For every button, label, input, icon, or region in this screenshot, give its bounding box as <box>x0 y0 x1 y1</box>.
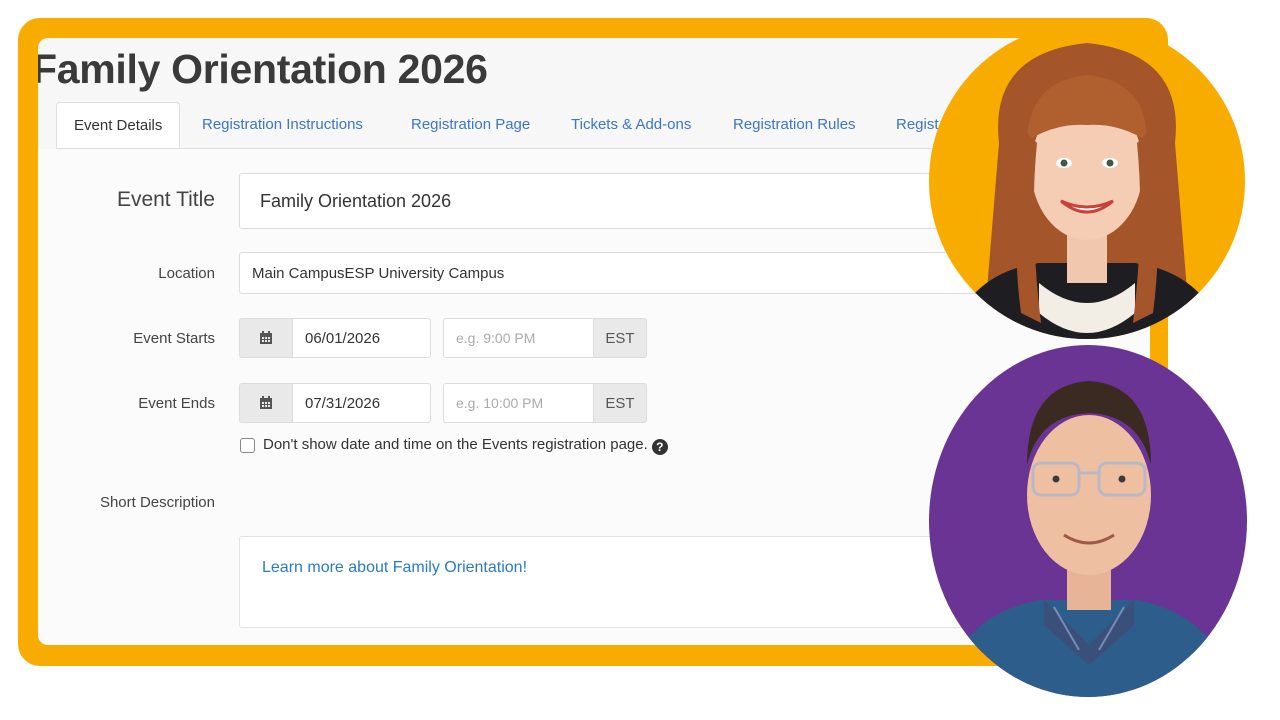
tab-registration-page[interactable]: Registration Page <box>411 102 530 148</box>
hide-datetime-label: Don't show date and time on the Events r… <box>263 436 648 453</box>
page-title: Family Orientation 2026 <box>38 46 488 92</box>
short-description-label: Short Description <box>99 494 215 511</box>
avatar-woman <box>929 23 1245 339</box>
tab-registration-instructions[interactable]: Registration Instructions <box>202 102 363 148</box>
calendar-icon[interactable] <box>239 318 293 358</box>
tab-registration-more[interactable]: Regist <box>896 102 939 148</box>
event-ends-timezone: EST <box>593 383 647 423</box>
event-ends-label: Event Ends <box>138 395 215 412</box>
calendar-icon[interactable] <box>239 383 293 423</box>
tab-registration-rules[interactable]: Registration Rules <box>733 102 856 148</box>
hide-datetime-row: Don't show date and time on the Events r… <box>263 436 668 455</box>
help-icon[interactable]: ? <box>651 439 668 455</box>
event-starts-date-input[interactable]: 06/01/2026 <box>292 318 431 358</box>
tab-event-details[interactable]: Event Details <box>56 102 181 148</box>
event-starts-time-input[interactable]: e.g. 9:00 PM <box>443 318 594 358</box>
event-ends-date-input[interactable]: 07/31/2026 <box>292 383 431 423</box>
event-starts-label: Event Starts <box>133 330 215 347</box>
event-starts-time-placeholder: e.g. 9:00 PM <box>456 330 536 346</box>
hide-datetime-checkbox[interactable] <box>240 438 255 453</box>
location-label: Location <box>158 265 215 282</box>
event-title-label: Event Title <box>116 188 215 211</box>
description-link[interactable]: Learn more about Family Orientation! <box>262 559 527 577</box>
event-starts-timezone: EST <box>593 318 647 358</box>
event-ends-time-placeholder: e.g. 10:00 PM <box>456 395 544 411</box>
avatar-man <box>929 345 1247 697</box>
tab-tickets-addons[interactable]: Tickets & Add-ons <box>571 102 691 148</box>
event-ends-time-input[interactable]: e.g. 10:00 PM <box>443 383 594 423</box>
